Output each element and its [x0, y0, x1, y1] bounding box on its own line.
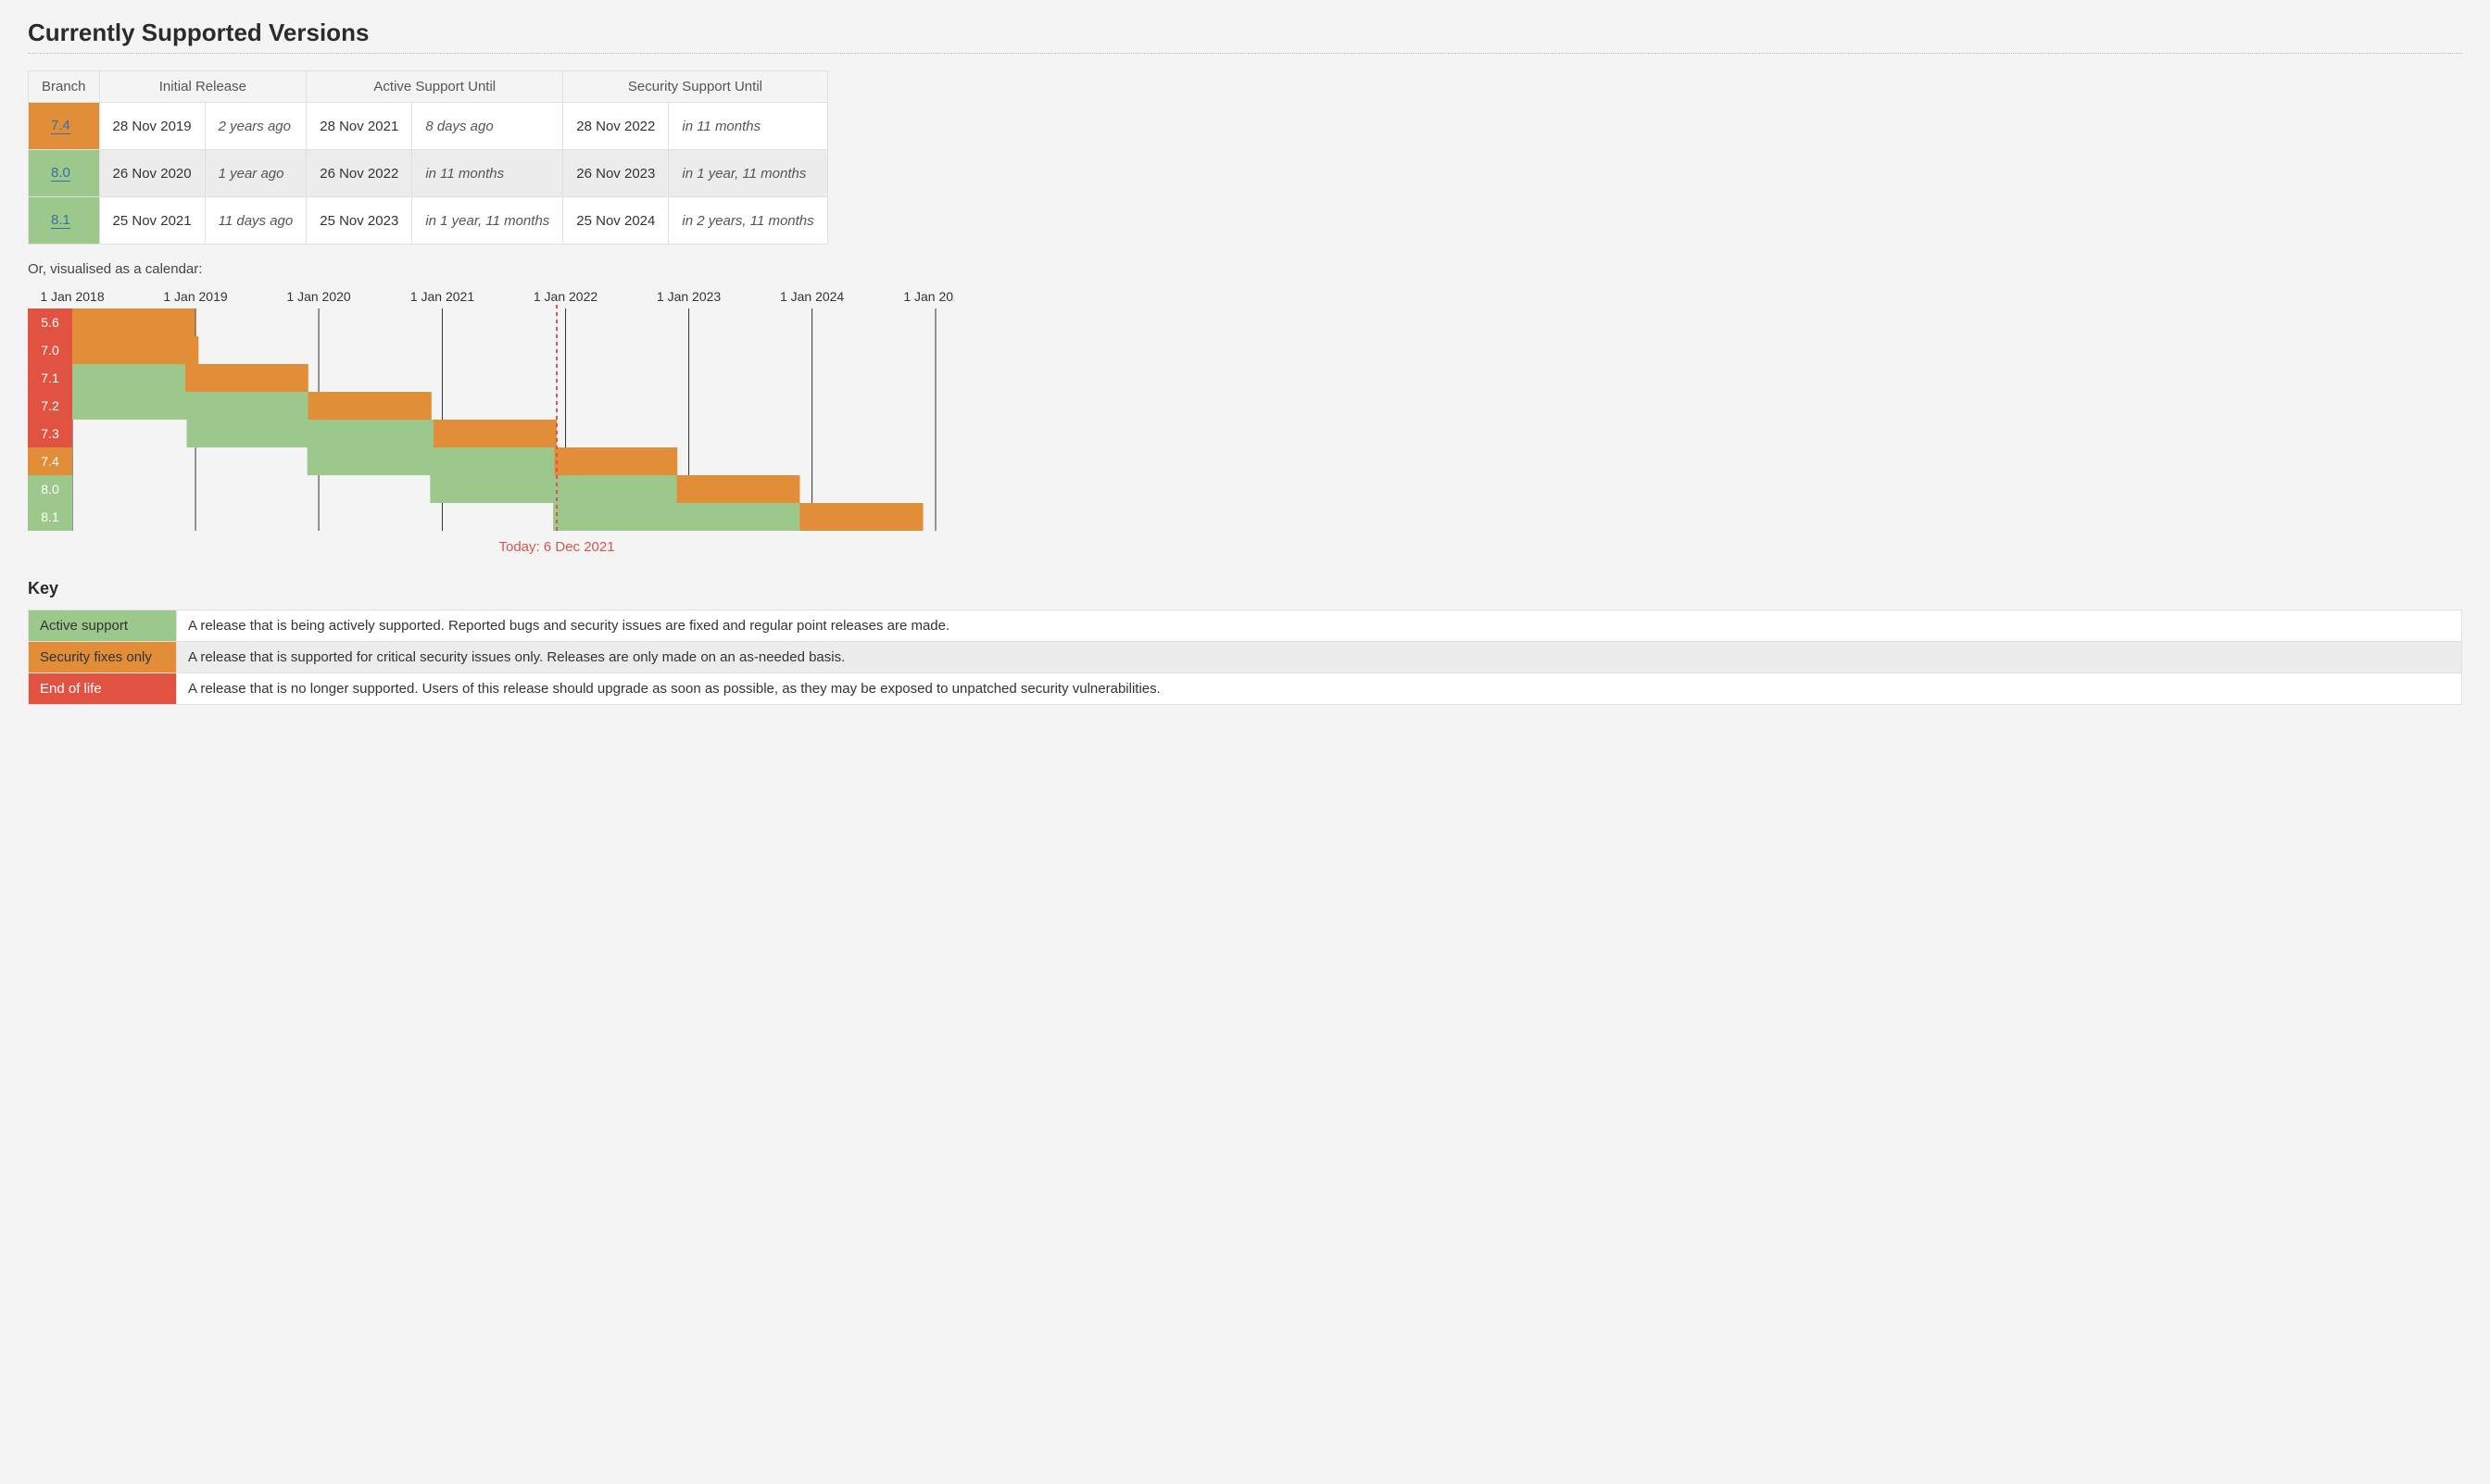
version-label: 8.1 — [41, 509, 59, 524]
initial-rel: 2 years ago — [205, 103, 307, 150]
active-rel: in 1 year, 11 months — [412, 197, 563, 245]
security-bar — [799, 503, 923, 531]
security-rel: in 11 months — [669, 103, 827, 150]
active-date: 28 Nov 2021 — [307, 103, 412, 150]
key-row: Security fixes onlyA release that is sup… — [29, 642, 2462, 673]
year-tick: 1 Jan 2024 — [780, 289, 844, 304]
key-table: Active supportA release that is being ac… — [28, 610, 2462, 705]
table-row: 7.4 28 Nov 20192 years ago28 Nov 20218 da… — [29, 103, 828, 150]
today-label: Today: 6 Dec 2021 — [498, 539, 614, 555]
year-tick: 1 Jan 2022 — [534, 289, 597, 304]
initial-date: 25 Nov 2021 — [99, 197, 205, 245]
active-bar — [72, 364, 185, 392]
page-title: Currently Supported Versions — [28, 19, 2462, 54]
branch-cell: 7.4 — [29, 103, 100, 150]
calendar-note: Or, visualised as a calendar: — [28, 261, 2462, 277]
col-active: Active Support Until — [307, 71, 563, 103]
versions-table: Branch Initial Release Active Support Un… — [28, 70, 828, 245]
year-tick: 1 Jan 2020 — [286, 289, 350, 304]
active-date: 26 Nov 2022 — [307, 150, 412, 197]
key-label: Active support — [29, 610, 177, 642]
col-security: Security Support Until — [563, 71, 827, 103]
branch-cell: 8.0 — [29, 150, 100, 197]
branch-cell: 8.1 — [29, 197, 100, 245]
version-label: 5.6 — [41, 315, 59, 330]
version-label: 8.0 — [41, 482, 59, 497]
security-bar — [554, 447, 677, 475]
version-label: 7.3 — [41, 426, 59, 441]
table-header-row: Branch Initial Release Active Support Un… — [29, 71, 828, 103]
security-date: 26 Nov 2023 — [563, 150, 669, 197]
active-bar — [308, 447, 554, 475]
security-bar — [72, 336, 198, 364]
initial-rel: 1 year ago — [205, 150, 307, 197]
security-bar — [185, 364, 308, 392]
security-date: 25 Nov 2024 — [563, 197, 669, 245]
security-bar — [434, 420, 557, 447]
year-tick: 1 Jan 2023 — [657, 289, 721, 304]
active-date: 25 Nov 2023 — [307, 197, 412, 245]
security-bar — [676, 475, 799, 503]
table-row: 8.1 25 Nov 202111 days ago25 Nov 2023in 1… — [29, 197, 828, 245]
year-tick: 1 Jan 2021 — [410, 289, 474, 304]
key-row: Active supportA release that is being ac… — [29, 610, 2462, 642]
col-branch: Branch — [29, 71, 100, 103]
year-tick: 1 Jan 2025 — [903, 289, 954, 304]
initial-rel: 11 days ago — [205, 197, 307, 245]
key-desc: A release that is supported for critical… — [177, 642, 2462, 673]
initial-date: 26 Nov 2020 — [99, 150, 205, 197]
branch-link[interactable]: 7.4 — [51, 118, 70, 134]
initial-date: 28 Nov 2019 — [99, 103, 205, 150]
key-row: End of lifeA release that is no longer s… — [29, 673, 2462, 705]
key-label: Security fixes only — [29, 642, 177, 673]
active-rel: 8 days ago — [412, 103, 563, 150]
table-row: 8.0 26 Nov 20201 year ago26 Nov 2022in 11… — [29, 150, 828, 197]
security-bar — [72, 308, 195, 336]
active-bar — [553, 503, 799, 531]
active-bar — [430, 475, 676, 503]
key-desc: A release that is being actively support… — [177, 610, 2462, 642]
active-bar — [72, 392, 308, 420]
security-date: 28 Nov 2022 — [563, 103, 669, 150]
key-desc: A release that is no longer supported. U… — [177, 673, 2462, 705]
version-label: 7.2 — [41, 398, 59, 413]
branch-link[interactable]: 8.0 — [51, 165, 70, 182]
security-rel: in 1 year, 11 months — [669, 150, 827, 197]
security-rel: in 2 years, 11 months — [669, 197, 827, 245]
active-rel: in 11 months — [412, 150, 563, 197]
year-tick: 1 Jan 2019 — [163, 289, 227, 304]
version-label: 7.0 — [41, 343, 59, 358]
key-label: End of life — [29, 673, 177, 705]
branch-link[interactable]: 8.1 — [51, 212, 70, 229]
active-bar — [187, 420, 434, 447]
timeline-chart: 1 Jan 2018 1 Jan 2019 1 Jan 2020 1 Jan 2021… — [28, 286, 2462, 562]
key-heading: Key — [28, 579, 2462, 598]
year-tick: 1 Jan 2018 — [40, 289, 104, 304]
version-label: 7.1 — [41, 371, 59, 385]
security-bar — [308, 392, 431, 420]
col-initial: Initial Release — [99, 71, 307, 103]
version-label: 7.4 — [41, 454, 59, 469]
